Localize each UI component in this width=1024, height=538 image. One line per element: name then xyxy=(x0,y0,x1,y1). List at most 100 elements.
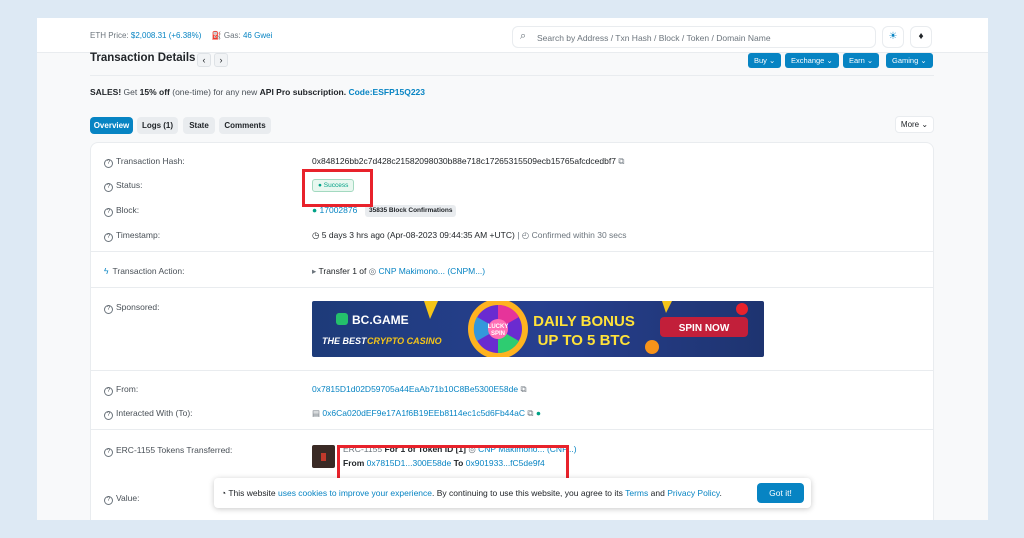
action-label-text: Transaction Action: xyxy=(112,266,185,276)
sponsored-ad-banner[interactable]: LUCKY SPIN BC.GAME THE BEST CRYPTO CASIN… xyxy=(312,301,764,357)
gas-pump-icon: ⛽ xyxy=(211,31,222,40)
exchange-menu-label: Exchange xyxy=(791,56,825,65)
copy-icon[interactable]: ⧉ xyxy=(527,408,533,418)
buy-menu-button[interactable]: Buy ⌄ xyxy=(748,53,782,68)
ad-headline1: DAILY BONUS xyxy=(533,313,635,330)
more-label: More xyxy=(900,120,920,129)
eth-price-info: ETH Price: $2,008.31 (+6.38%) ⛽ Gas: 46 … xyxy=(90,31,272,40)
to-address-link[interactable]: 0x6Ca020dEF9e17A1f6B19EEb8114ec1c5d6Fb44… xyxy=(322,408,525,418)
help-icon: ? xyxy=(104,411,113,420)
cookie-mid: . By continuing to use this website, you… xyxy=(432,488,623,498)
action-token-link[interactable]: CNP Makimono... (CNPM...) xyxy=(379,266,486,276)
value-label-text: Value: xyxy=(116,493,140,503)
exchange-menu-button[interactable]: Exchange ⌄ xyxy=(785,53,839,68)
eth-price-label: ETH Price: xyxy=(90,31,129,40)
nft-thumbnail[interactable] xyxy=(312,445,335,468)
promo-banner: SALES! Get 15% off (one-time) for any ne… xyxy=(90,87,425,97)
ad-headline2: UP TO 5 BTC xyxy=(538,332,631,349)
ethereum-network-icon[interactable]: ♦ xyxy=(910,26,932,48)
help-icon: ? xyxy=(104,496,113,505)
gas-label: Gas: xyxy=(223,31,241,40)
erc-label: ? ERC-1155 Tokens Transferred: xyxy=(104,445,232,457)
verified-check-icon: ● xyxy=(535,408,541,418)
action-label: ϟ Transaction Action: xyxy=(104,266,184,276)
file-contract-icon: ▤ xyxy=(312,408,321,418)
promo-prefix: SALES! xyxy=(90,87,122,97)
to-value: ▤ 0x6Ca020dEF9e17A1f6B19EEb8114ec1c5d6Fb… xyxy=(312,408,541,419)
help-icon: ? xyxy=(104,183,113,192)
section-divider xyxy=(90,370,934,371)
help-icon: ? xyxy=(104,233,113,242)
from-address-link[interactable]: 0x7815D1d02D59705a44EaAb71b10C8Be5300E58… xyxy=(312,384,518,394)
action-value: ▸ Transfer 1 of ◎ CNP Makimono... (CNPM.… xyxy=(312,266,485,277)
status-highlight-box xyxy=(302,169,373,207)
promo-product: API Pro subscription. xyxy=(259,87,347,97)
separator: | xyxy=(517,230,520,240)
ad-tagline1: THE BEST xyxy=(322,336,368,346)
ad-wheel-text1: LUCKY xyxy=(488,324,509,330)
sponsored-label: ? Sponsored: xyxy=(104,302,159,314)
hash-label: ? Transaction Hash: xyxy=(104,156,185,168)
search-box[interactable]: ⌕ Search by Address / Txn Hash / Block /… xyxy=(512,26,876,48)
hash-value: 0x848126bb2c7d428c21582098030b88e718c172… xyxy=(312,156,624,167)
tab-comments[interactable]: Comments xyxy=(219,117,271,134)
gas-value[interactable]: 46 Gwei xyxy=(243,31,272,40)
gaming-menu-label: Gaming xyxy=(892,56,919,65)
next-transaction-icon[interactable]: › xyxy=(214,53,228,67)
cookie-icon: ◔ xyxy=(221,488,227,498)
promo-text1: Get xyxy=(123,87,138,97)
cookie-banner: ◔ This website uses cookies to improve y… xyxy=(214,478,811,508)
timestamp-label: ? Timestamp: xyxy=(104,230,160,242)
theme-toggle-icon[interactable]: ☀ xyxy=(882,26,904,48)
cookie-policy-link[interactable]: uses cookies to improve your experience xyxy=(278,488,432,498)
hash-value-text: 0x848126bb2c7d428c21582098030b88e718c172… xyxy=(312,156,616,166)
help-icon: ? xyxy=(104,305,113,314)
top-bar: ETH Price: $2,008.31 (+6.38%) ⛽ Gas: 46 … xyxy=(37,18,988,53)
copy-icon[interactable]: ⧉ xyxy=(618,156,624,166)
status-label-text: Status: xyxy=(116,180,143,190)
action-prefix: Transfer 1 of xyxy=(318,266,367,276)
value-label: ? Value: xyxy=(104,493,139,505)
clock-icon: ◷ xyxy=(312,230,320,240)
section-divider xyxy=(90,287,934,288)
buy-menu-label: Buy xyxy=(754,56,767,65)
promo-code-link[interactable]: Code:ESFP15Q223 xyxy=(348,87,425,97)
to-label: ? Interacted With (To): xyxy=(104,408,193,420)
gaming-menu-button[interactable]: Gaming ⌄ xyxy=(886,53,933,68)
from-value: 0x7815D1d02D59705a44EaAb71b10C8Be5300E58… xyxy=(312,384,527,395)
to-label-text: Interacted With (To): xyxy=(116,408,193,418)
block-confirmations-badge: 35835 Block Confirmations xyxy=(365,205,457,217)
more-dropdown[interactable]: More ⌄ xyxy=(895,116,934,133)
help-icon: ? xyxy=(104,159,113,168)
caret-right-icon: ▸ xyxy=(312,266,317,276)
promo-discount: 15% off xyxy=(139,87,170,97)
tab-state[interactable]: State xyxy=(183,117,215,134)
copy-icon[interactable]: ⧉ xyxy=(520,384,526,394)
token-icon: ◎ xyxy=(368,266,377,276)
erc-label-text: ERC-1155 Tokens Transferred: xyxy=(116,445,233,455)
earn-menu-button[interactable]: Earn ⌄ xyxy=(843,53,880,68)
ad-wheel-text2: SPIN xyxy=(491,331,505,337)
privacy-policy-link[interactable]: Privacy Policy xyxy=(667,488,719,498)
block-label: ? Block: xyxy=(104,205,139,217)
hash-label-text: Transaction Hash: xyxy=(116,156,185,166)
terms-link[interactable]: Terms xyxy=(625,488,648,498)
help-icon: ? xyxy=(104,208,113,217)
help-icon: ? xyxy=(104,448,113,457)
cookie-text: ◔ This website uses cookies to improve y… xyxy=(221,488,722,498)
block-label-text: Block: xyxy=(116,205,140,215)
section-divider xyxy=(90,251,934,252)
got-it-button[interactable]: Got it! xyxy=(757,483,804,503)
timestamp-text: 5 days 3 hrs ago (Apr-08-2023 09:44:35 A… xyxy=(321,230,515,240)
from-label-text: From: xyxy=(116,384,139,394)
tab-logs[interactable]: Logs (1) xyxy=(137,117,178,134)
ad-cta: SPIN NOW xyxy=(679,323,730,334)
prev-transaction-icon[interactable]: ‹ xyxy=(197,53,211,67)
status-label: ? Status: xyxy=(104,180,142,192)
cookie-prefix: This website xyxy=(228,488,276,498)
from-label: ? From: xyxy=(104,384,138,396)
timestamp-value: ◷ 5 days 3 hrs ago (Apr-08-2023 09:44:35… xyxy=(312,230,627,241)
tab-overview[interactable]: Overview xyxy=(90,117,133,134)
confirmed-text: Confirmed within 30 secs xyxy=(531,230,627,240)
eth-price-value[interactable]: $2,008.31 (+6.38%) xyxy=(131,31,202,40)
